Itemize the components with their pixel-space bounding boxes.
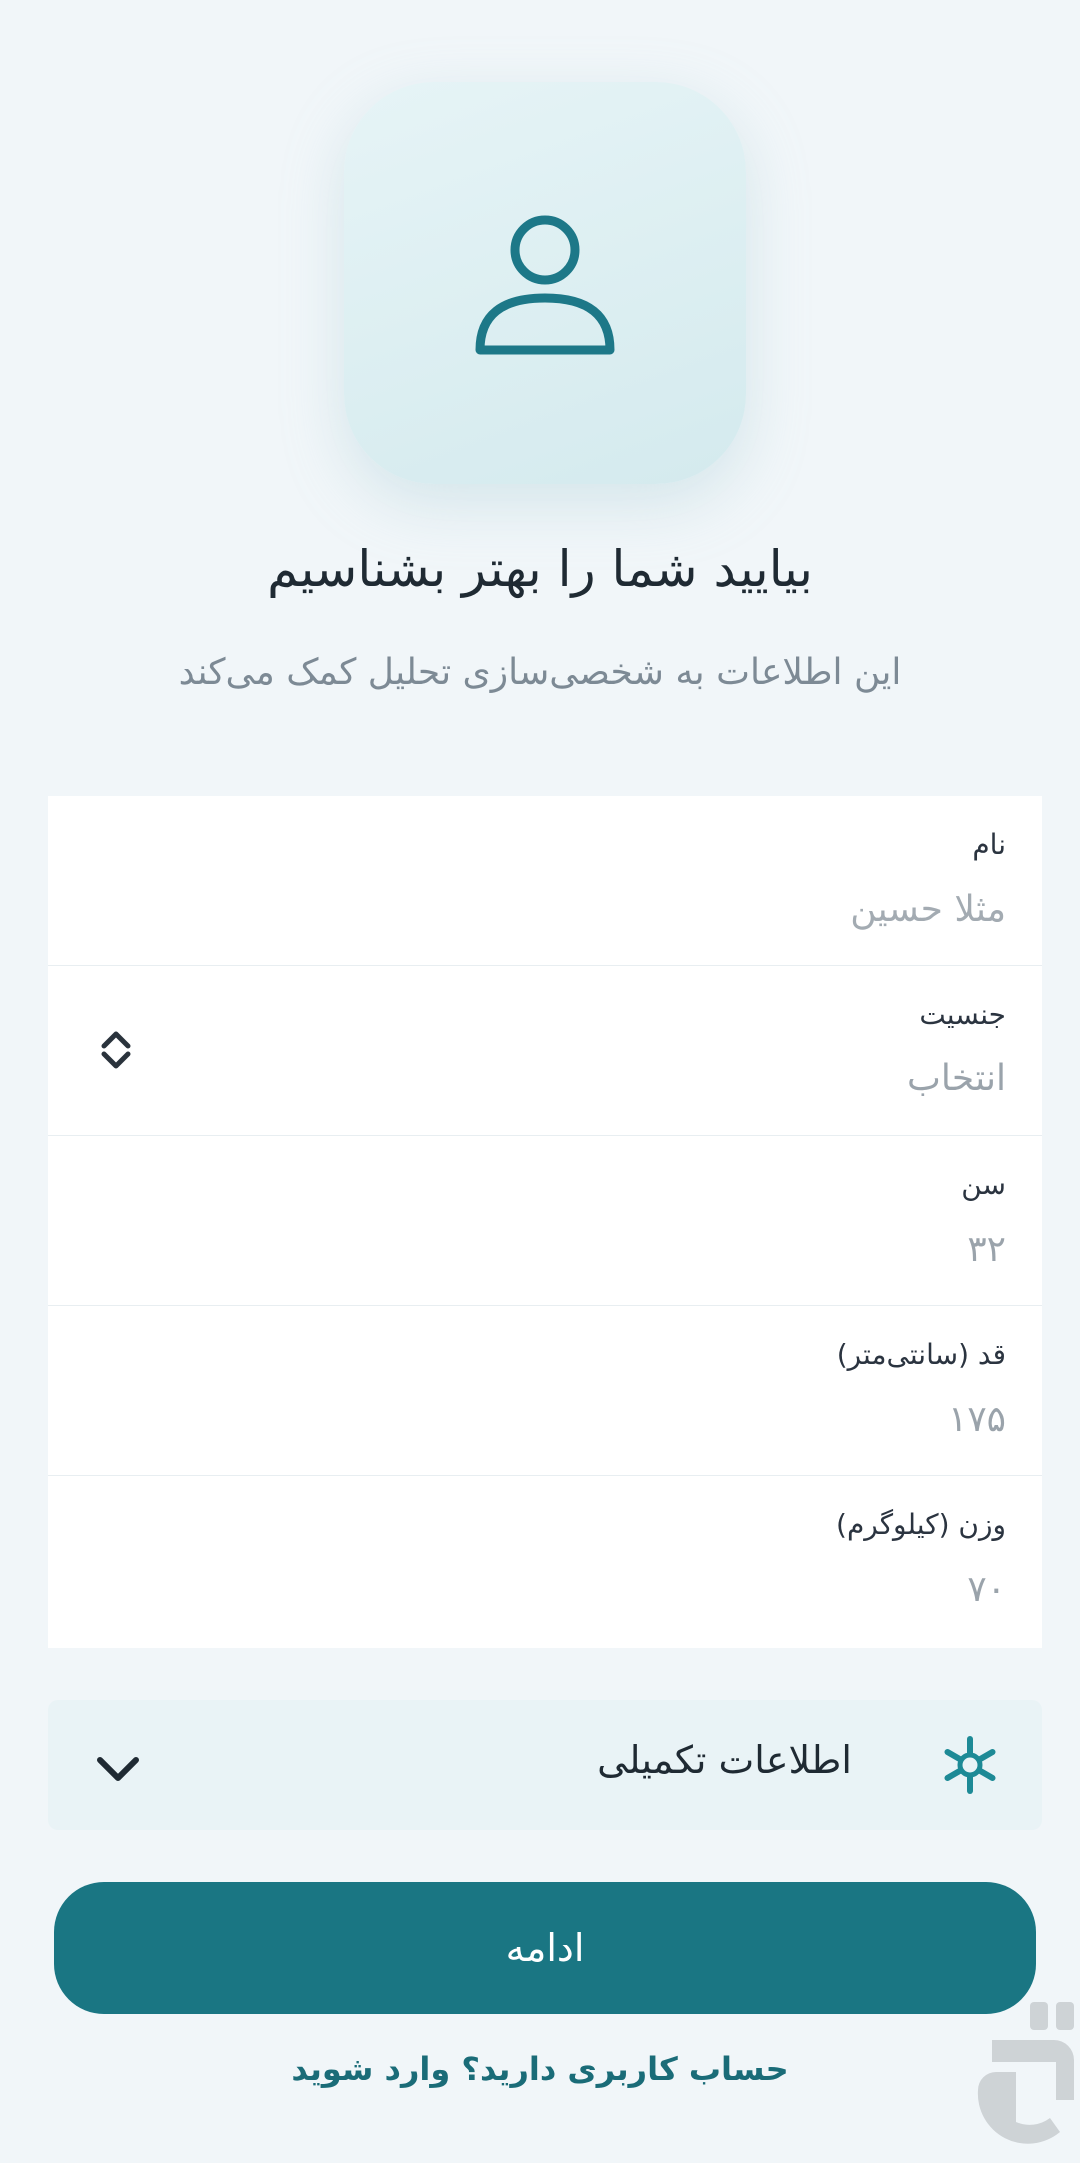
profile-form: نام جنسیت انتخاب سن قد (سانتی‌متر) وزن (… bbox=[48, 796, 1042, 1648]
name-input[interactable] bbox=[186, 884, 1006, 934]
asterisk-icon bbox=[944, 1736, 996, 1794]
gender-select[interactable]: انتخاب bbox=[186, 1054, 1006, 1104]
store-watermark-logo bbox=[977, 2002, 1074, 2144]
height-label: قد (سانتی‌متر) bbox=[836, 1338, 1006, 1371]
extra-info-label: اطلاعات تکمیلی bbox=[597, 1738, 852, 1782]
extra-info-toggle[interactable]: اطلاعات تکمیلی bbox=[48, 1700, 1042, 1830]
page-title: بیایید شما را بهتر بشناسیم bbox=[267, 540, 813, 598]
weight-field-row: وزن (کیلوگرم) bbox=[48, 1476, 1042, 1646]
weight-input[interactable] bbox=[186, 1564, 1006, 1614]
height-input[interactable] bbox=[186, 1394, 1006, 1444]
avatar-tile bbox=[344, 82, 746, 484]
name-label: نام bbox=[972, 828, 1006, 861]
name-field-row: نام bbox=[48, 796, 1042, 966]
height-field-row: قد (سانتی‌متر) bbox=[48, 1306, 1042, 1476]
gender-label: جنسیت bbox=[919, 998, 1006, 1031]
weight-label: وزن (کیلوگرم) bbox=[836, 1508, 1006, 1541]
user-icon bbox=[475, 215, 615, 355]
login-link[interactable]: حساب کاربری دارید؟ وارد شوید bbox=[0, 2050, 1080, 2088]
chevron-down-icon[interactable] bbox=[92, 1742, 144, 1794]
sort-chevrons-icon[interactable] bbox=[92, 1026, 140, 1074]
age-label: سن bbox=[961, 1168, 1006, 1201]
page-subtitle: این اطلاعات به شخصی‌سازی تحلیل کمک می‌کن… bbox=[178, 652, 902, 693]
continue-button[interactable]: ادامه bbox=[54, 1882, 1036, 2014]
gender-field-row[interactable]: جنسیت انتخاب bbox=[48, 966, 1042, 1136]
age-input[interactable] bbox=[186, 1224, 1006, 1274]
age-field-row: سن bbox=[48, 1136, 1042, 1306]
